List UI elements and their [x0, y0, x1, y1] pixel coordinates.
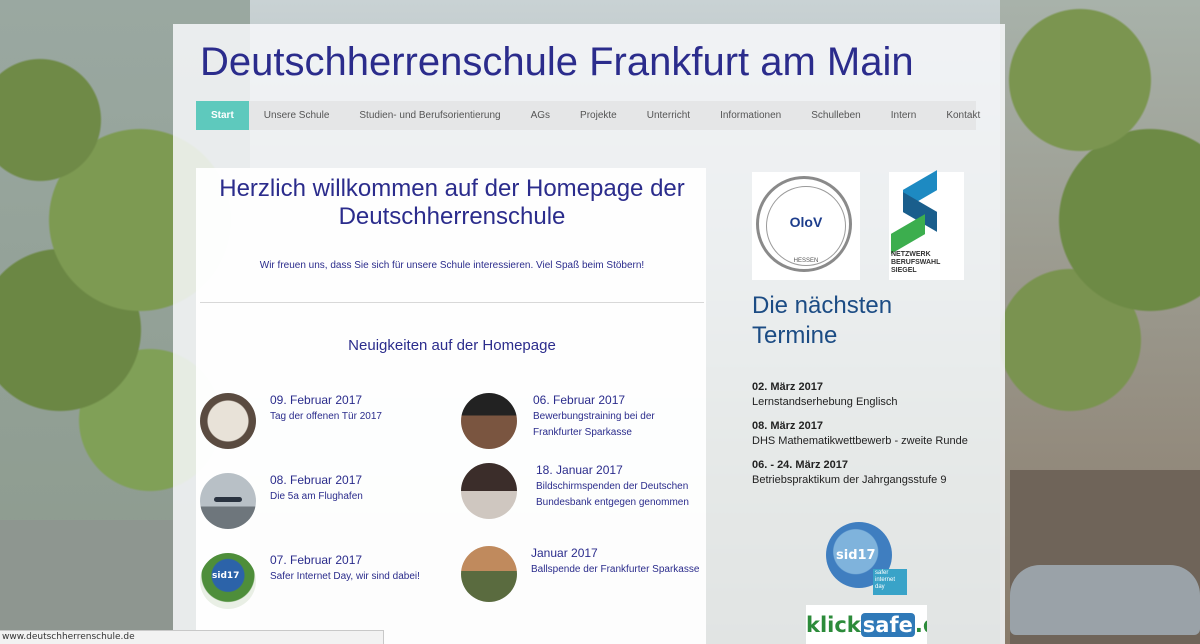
section-divider — [200, 302, 704, 303]
termin-item: 02. März 2017 Lernstandserhebung Englisc… — [752, 381, 898, 408]
sid-mini-badge: sid17 — [212, 571, 240, 581]
termin-date: 08. März 2017 — [752, 420, 823, 432]
news-thumbnail-flughafen[interactable] — [200, 473, 256, 529]
klicksafe-text: klicksafe.de — [806, 613, 927, 637]
site-title[interactable]: Deutschherrenschule Frankfurt am Main — [200, 40, 914, 85]
background-street — [0, 520, 180, 644]
welcome-text: Wir freuen uns, dass Sie sich für unsere… — [259, 260, 645, 271]
netzwerk-logo-text: NETZWERK BERUFSWAHL SIEGEL — [891, 251, 941, 274]
nav-item-informationen[interactable]: Informationen — [705, 101, 796, 130]
nav-item-unsere-schule[interactable]: Unsere Schule — [249, 101, 345, 130]
news-date[interactable]: 18. Januar 2017 — [536, 463, 623, 477]
nav-item-ags[interactable]: AGs — [516, 101, 565, 130]
sid-logo-tag: safer internet day — [873, 569, 907, 595]
news-thumbnail-tag-der-offenen-tuer[interactable] — [200, 393, 256, 449]
news-title[interactable]: Bewerbungstraining bei der Frankfurter S… — [533, 409, 693, 441]
nav-item-start[interactable]: Start — [196, 101, 249, 130]
termin-desc: DHS Mathematikwettbewerb - zweite Runde — [752, 435, 968, 447]
airplane-icon — [214, 497, 242, 502]
news-date[interactable]: 06. Februar 2017 — [533, 393, 625, 407]
nav-item-projekte[interactable]: Projekte — [565, 101, 632, 130]
termin-date: 02. März 2017 — [752, 381, 823, 393]
termin-date: 06. - 24. März 2017 — [752, 459, 849, 471]
termin-desc: Betriebspraktikum der Jahrgangsstufe 9 — [752, 474, 947, 486]
news-title[interactable]: Bildschirmspenden der Deutschen Bundesba… — [536, 479, 701, 511]
nav-item-schulleben[interactable]: Schulleben — [796, 101, 875, 130]
nav-item-unterricht[interactable]: Unterricht — [632, 101, 705, 130]
sid-logo-label: sid17 — [836, 548, 876, 563]
termine-heading: Die nächsten Termine — [752, 292, 893, 349]
welcome-title: Herzlich willkommen auf der Homepage der… — [219, 175, 685, 230]
netzwerk-logo-shape — [891, 214, 925, 254]
olov-logo-region: HESSEN — [793, 258, 819, 264]
nav-item-intern[interactable]: Intern — [876, 101, 932, 130]
background-car — [1010, 565, 1200, 635]
news-date[interactable]: Januar 2017 — [531, 546, 598, 560]
klicksafe-logo[interactable]: klicksafe.de — [806, 605, 927, 644]
termin-item: 06. - 24. März 2017 Betriebspraktikum de… — [752, 459, 946, 486]
news-date[interactable]: 08. Februar 2017 — [270, 473, 362, 487]
news-heading: Neuigkeiten auf der Homepage — [348, 337, 556, 354]
nav-item-kontakt[interactable]: Kontakt — [931, 101, 995, 130]
news-date[interactable]: 09. Februar 2017 — [270, 393, 362, 407]
news-thumbnail-bildschirmspenden[interactable] — [461, 463, 517, 519]
news-title[interactable]: Ballspende der Frankfurter Sparkasse — [531, 562, 711, 578]
news-title[interactable]: Die 5a am Flughafen — [270, 489, 450, 505]
news-thumbnail-safer-internet-day[interactable]: sid17 — [200, 553, 256, 609]
news-title[interactable]: Tag der offenen Tür 2017 — [270, 409, 450, 425]
olov-logo-text: OloV — [789, 214, 823, 230]
nav-item-studien-berufsorientierung[interactable]: Studien- und Berufsorientierung — [344, 101, 515, 130]
termin-item: 08. März 2017 DHS Mathematikwettbewerb -… — [752, 420, 968, 447]
termin-desc: Lernstandserhebung Englisch — [752, 396, 898, 408]
news-thumbnail-ballspende[interactable] — [461, 546, 517, 602]
news-thumbnail-bewerbungstraining[interactable] — [461, 393, 517, 449]
browser-status-bar: www.deutschherrenschule.de — [0, 630, 384, 644]
news-date[interactable]: 07. Februar 2017 — [270, 553, 362, 567]
olov-logo[interactable]: OloV HESSEN — [752, 172, 860, 280]
main-nav: Start Unsere Schule Studien- und Berufso… — [196, 101, 980, 130]
news-title[interactable]: Safer Internet Day, wir sind dabei! — [270, 569, 450, 585]
netzwerk-berufswahl-logo[interactable]: NETZWERK BERUFSWAHL SIEGEL — [889, 170, 964, 280]
